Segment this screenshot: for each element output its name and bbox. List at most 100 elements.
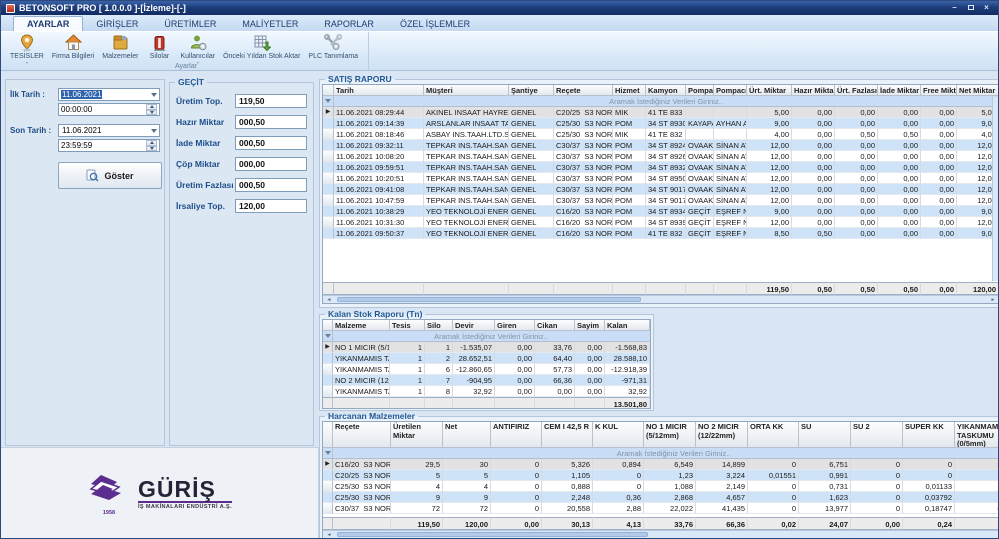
spin-down-button[interactable] [146,110,157,116]
column-header[interactable]: Reçete [554,85,613,96]
close-button[interactable]: × [980,3,993,13]
filter-funnel-icon[interactable] [323,331,333,342]
column-header[interactable]: Reçete [333,422,391,448]
ribbon-item-users[interactable]: Kullanıcılar- [176,33,219,61]
chevron-down-icon[interactable] [151,93,157,97]
table-row[interactable]: YIKANMAMIS TASKUMU1228.652,510,0064,400,… [323,353,650,364]
menu-tab-6[interactable]: ÖZEL İŞLEMLER [387,17,483,31]
gecit-field-value[interactable]: 000,50 [235,136,307,150]
scrollbar-thumb[interactable] [337,532,648,537]
column-header[interactable]: Sayim [575,320,605,331]
table-row[interactable]: C25/30 S3 NORMA4400,88801,0882,14900,731… [323,481,999,492]
gecit-field-value[interactable]: 000,50 [235,115,307,129]
first-date-picker[interactable]: 11.06.2021 [58,88,160,101]
column-header[interactable]: Pompa [686,85,714,96]
column-header[interactable]: SU [799,422,851,448]
column-header[interactable]: Ürt. Miktar [747,85,792,96]
menu-tab-3[interactable]: ÜRETİMLER [151,17,229,31]
ribbon-item-silo[interactable]: Silolar [142,33,176,61]
horizontal-scrollbar[interactable]: ◄► [323,530,999,538]
table-row[interactable]: 11.06.2021 10:47:59TEPKAR INS.TAAH.SAN.V… [323,195,999,206]
column-header[interactable]: Free Miktar [921,85,957,96]
grid-filter-row[interactable]: Aramak İstediğiniz Verileri Giriniz.. [323,331,650,342]
filter-funnel-icon[interactable] [323,448,333,459]
column-header[interactable]: NO 1 MICIR (5/12mm) [644,422,696,448]
table-row[interactable]: 11.06.2021 10:08:20TEPKAR INS.TAAH.SAN.V… [323,151,999,162]
filter-hint[interactable]: Aramak İstediğiniz Verileri Giriniz.. [333,448,999,459]
scroll-left-icon[interactable]: ◄ [323,297,335,303]
spin-down-button[interactable] [146,146,157,152]
table-row[interactable]: C25/30 S3 NORMA9902,2480,362,8684,65701,… [323,492,999,503]
filter-hint[interactable]: Aramak İstediğiniz Verileri Giriniz.. [334,96,999,107]
column-header[interactable]: Silo [425,320,453,331]
column-header[interactable]: Üretilen Miktar [391,422,443,448]
column-header[interactable]: Tesis [390,320,425,331]
table-row[interactable]: 11.06.2021 09:41:08TEPKAR INS.TAAH.SAN.V… [323,184,999,195]
table-row[interactable]: ▶NO 1 MICIR (5/12mm)11-1.535,070,0033,76… [323,342,650,353]
table-row[interactable]: YIKANMAMIS TASKUMU1832,920,000,000,0032,… [323,386,650,397]
column-header[interactable]: YIKANMAMIS TASKUMU (0/5mm) [955,422,999,448]
first-time-input[interactable]: 00:00:00 [58,103,160,116]
grid-filter-row[interactable]: Aramak İstediğiniz Verileri Giriniz.. [323,448,999,459]
column-header[interactable]: SUPER KK [903,422,955,448]
last-date-picker[interactable]: 11.06.2021 [58,124,160,137]
vertical-scrollbar[interactable] [992,97,999,281]
column-header[interactable]: Giren [495,320,535,331]
minimize-button[interactable]: – [948,3,961,13]
column-header[interactable]: Şantiye [509,85,554,96]
column-header[interactable]: Kalan [605,320,650,331]
menu-tab-4[interactable]: MALİYETLER [229,17,311,31]
column-header[interactable]: NO 2 MICIR (12/22mm) [696,422,748,448]
table-row[interactable]: C20/25 S3 NORMA5501,10501,233,2240,01551… [323,470,999,481]
column-header[interactable]: CEM I 42,5 R [542,422,593,448]
column-header[interactable]: Malzeme [333,320,390,331]
column-header[interactable]: Müşteri [424,85,509,96]
column-header[interactable]: ORTA KK [748,422,799,448]
column-header[interactable]: Kamyon [646,85,686,96]
gecit-field-value[interactable]: 120,00 [235,199,307,213]
column-header[interactable]: ANTIFIRIZ [491,422,542,448]
table-row[interactable]: 11.06.2021 09:32:11TEPKAR INS.TAAH.SAN.V… [323,140,999,151]
scroll-left-icon[interactable]: ◄ [323,532,335,538]
table-row[interactable]: ▶C16/20 S3 NORMA29,53005,3260,8946,54914… [323,459,999,470]
scrollbar-thumb[interactable] [337,297,641,302]
gecit-field-value[interactable]: 000,50 [235,178,307,192]
table-row[interactable]: 11.06.2021 08:18:46ASBAY INS.TAAH.LTD.ST… [323,129,999,140]
column-header[interactable]: Cikan [535,320,575,331]
table-row[interactable]: 11.06.2021 10:38:29YEO TEKNOLOJİ ENERJİ … [323,206,999,217]
horizontal-scrollbar[interactable]: ◄► [323,295,999,303]
menu-tab-5[interactable]: RAPORLAR [311,17,387,31]
ribbon-item-stock-transfer[interactable]: Önceki Yıldan Stok Aktar [219,33,304,61]
column-header[interactable]: İade Miktar [878,85,921,96]
gecit-field-value[interactable]: 119,50 [235,94,307,108]
show-button[interactable]: Göster [58,162,162,189]
table-row[interactable]: 11.06.2021 09:59:51TEPKAR INS.TAAH.SAN.V… [323,162,999,173]
table-row[interactable]: 11.06.2021 10:20:51TEPKAR INS.TAAH.SAN.V… [323,173,999,184]
restore-button[interactable] [964,3,977,13]
column-header[interactable]: Ürt. Fazlası [835,85,878,96]
table-row[interactable]: 11.06.2021 09:50:37YEO TEKNOLOJİ ENERJİ … [323,228,999,239]
menu-tab-2[interactable]: GİRİŞLER [83,17,151,31]
ribbon-item-plc-tools[interactable]: PLC Tanımlama [304,33,362,61]
ribbon-item-company-house[interactable]: Firma Bilgileri [48,33,98,61]
table-row[interactable]: C30/37 S3 NORMA7272020,5582,8822,02241,4… [323,503,999,514]
table-row[interactable]: ▶11.06.2021 08:29:44AKINEL INSAAT HAYRET… [323,107,999,118]
table-row[interactable]: 11.06.2021 10:31:30YEO TEKNOLOJİ ENERJİ … [323,217,999,228]
grid-filter-row[interactable]: Aramak İstediğiniz Verileri Giriniz.. [323,96,999,107]
filter-hint[interactable]: Aramak İstediğiniz Verileri Giriniz.. [333,331,650,342]
column-header[interactable]: Net Miktar [957,85,999,96]
column-header[interactable]: Pompacı [714,85,747,96]
ribbon-item-materials-box[interactable]: Malzemeler [98,33,142,61]
gecit-field-value[interactable]: 000,00 [235,157,307,171]
chevron-down-icon[interactable] [151,129,157,133]
table-row[interactable]: 11.06.2021 09:14:39ARSLANLAR INSAAT TAAH… [323,118,999,129]
column-header[interactable]: SU 2 [851,422,903,448]
menu-tab-1[interactable]: AYARLAR [13,16,83,31]
column-header[interactable]: Devir [453,320,495,331]
filter-funnel-icon[interactable] [323,96,334,107]
column-header[interactable]: Hizmet [613,85,646,96]
scroll-right-icon[interactable]: ► [987,297,999,303]
column-header[interactable]: Hazır Miktar [792,85,835,96]
column-header[interactable]: K KUL [593,422,644,448]
column-header[interactable]: Net [443,422,491,448]
